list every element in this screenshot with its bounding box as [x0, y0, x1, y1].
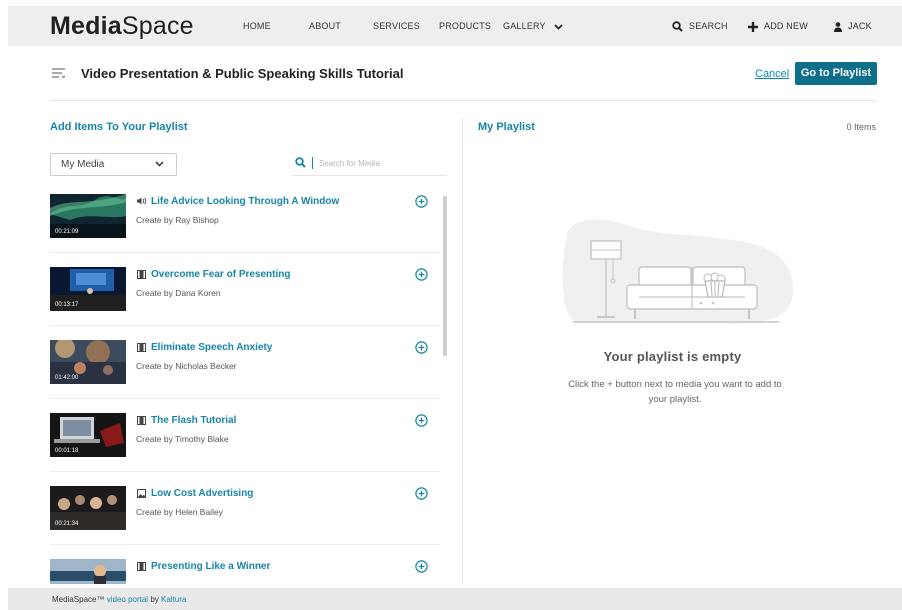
- media-creator: Create by Helen Bailey: [136, 507, 223, 517]
- search-icon[interactable]: [295, 157, 306, 168]
- add-circle-icon[interactable]: [415, 487, 428, 500]
- media-item: 00:21:34 Low Cost Advertising Create by …: [50, 472, 440, 545]
- media-thumbnail[interactable]: 01:42:00: [50, 340, 126, 384]
- add-items-heading: Add Items To Your Playlist: [50, 121, 188, 133]
- video-icon: [137, 270, 146, 279]
- media-list-scrollbar[interactable]: [443, 196, 447, 584]
- media-thumbnail[interactable]: [50, 559, 126, 584]
- media-creator: Create by Timothy Blake: [136, 434, 229, 444]
- nav-gallery-label: GALLERY: [503, 21, 546, 31]
- media-title[interactable]: Low Cost Advertising: [151, 488, 253, 499]
- footer-video-portal-link[interactable]: video portal: [107, 595, 148, 604]
- page-header: Video Presentation & Public Speaking Ski…: [8, 46, 902, 102]
- nav-about[interactable]: ABOUT: [309, 21, 341, 31]
- app-logo[interactable]: MediaSpace: [50, 12, 194, 41]
- media-thumbnail[interactable]: 00:01:18: [50, 413, 126, 457]
- nav-search-label: SEARCH: [689, 21, 728, 31]
- header-divider: [50, 100, 876, 101]
- media-title[interactable]: Life Advice Looking Through A Window: [151, 196, 339, 207]
- filter-list-icon[interactable]: [52, 68, 66, 79]
- search-icon: [672, 21, 683, 32]
- media-title[interactable]: Presenting Like a Winner: [151, 561, 270, 572]
- my-playlist-heading: My Playlist: [478, 121, 535, 133]
- top-navbar: MediaSpace HOME ABOUT SERVICES PRODUCTS …: [8, 6, 902, 46]
- video-icon: [137, 416, 146, 425]
- media-filter-select[interactable]: My Media: [50, 153, 177, 176]
- media-title[interactable]: The Flash Tutorial: [151, 415, 236, 426]
- empty-playlist-title: Your playlist is empty: [603, 349, 742, 364]
- media-title[interactable]: Overcome Fear of Presenting: [151, 269, 291, 280]
- add-circle-icon[interactable]: [415, 341, 428, 354]
- add-circle-icon[interactable]: [415, 560, 428, 573]
- footer: MediaSpace™ video portal by Kaltura: [8, 588, 902, 610]
- media-title[interactable]: Eliminate Speech Anxiety: [151, 342, 272, 353]
- footer-brand: MediaSpace™: [52, 595, 105, 604]
- media-duration: 00:21:09: [55, 229, 79, 235]
- nav-home[interactable]: HOME: [243, 21, 271, 31]
- nav-add-new-label: ADD NEW: [764, 21, 808, 31]
- nav-user[interactable]: JACK: [834, 21, 872, 32]
- media-item: 00:01:18 The Flash Tutorial Create by Ti…: [50, 399, 440, 472]
- empty-playlist-illustration: [562, 219, 794, 324]
- video-icon: [137, 562, 146, 571]
- user-icon: [834, 21, 842, 32]
- playlist-item-count: 0 Items: [846, 122, 876, 132]
- media-item: 00:13:17 Overcome Fear of Presenting Cre…: [50, 253, 440, 326]
- cancel-link[interactable]: Cancel: [755, 68, 789, 80]
- chevron-down-icon: [554, 23, 563, 30]
- empty-playlist-text: Click the + button next to media you wan…: [568, 379, 782, 405]
- media-creator: Create by Ray Bishop: [136, 215, 219, 225]
- media-duration: 00:13:17: [55, 302, 79, 308]
- thumbnail-image: [50, 559, 126, 584]
- search-divider: [312, 157, 313, 169]
- nav-user-label: JACK: [848, 21, 872, 31]
- add-circle-icon[interactable]: [415, 414, 428, 427]
- go-to-playlist-button[interactable]: Go to Playlist: [795, 62, 877, 85]
- chevron-down-icon: [155, 161, 164, 167]
- media-item: 00:21:09 Life Advice Looking Through A W…: [50, 180, 440, 253]
- nav-services[interactable]: SERVICES: [373, 21, 420, 31]
- add-circle-icon[interactable]: [415, 195, 428, 208]
- audio-icon: [137, 197, 147, 205]
- media-thumbnail[interactable]: 00:21:34: [50, 486, 126, 530]
- media-creator: Create by Dana Koren: [136, 288, 221, 298]
- media-creator: Create by Nicholas Becker: [136, 361, 237, 371]
- media-filter-value: My Media: [61, 159, 105, 170]
- media-item: Presenting Like a Winner: [50, 545, 440, 584]
- scrollbar-thumb[interactable]: [443, 196, 447, 356]
- nav-products[interactable]: PRODUCTS: [439, 21, 491, 31]
- media-thumbnail[interactable]: 00:13:17: [50, 267, 126, 311]
- media-duration: 01:42:00: [55, 375, 79, 381]
- media-thumbnail[interactable]: 00:21:09: [50, 194, 126, 238]
- media-list: 00:21:09 Life Advice Looking Through A W…: [50, 180, 440, 584]
- plus-icon: [748, 21, 758, 32]
- media-search: [292, 152, 447, 176]
- footer-kaltura-link[interactable]: Kaltura: [161, 595, 186, 604]
- image-icon: [137, 489, 146, 498]
- nav-gallery[interactable]: GALLERY: [503, 21, 563, 31]
- add-circle-icon[interactable]: [415, 268, 428, 281]
- media-duration: 00:01:18: [55, 448, 79, 454]
- footer-by: by: [150, 595, 159, 604]
- media-item: 01:42:00 Eliminate Speech Anxiety Create…: [50, 326, 440, 399]
- media-duration: 00:21:34: [55, 521, 79, 527]
- media-search-input[interactable]: [319, 156, 439, 170]
- footer-credit: MediaSpace™ video portal by Kaltura: [52, 595, 186, 604]
- page-title: Video Presentation & Public Speaking Ski…: [81, 66, 404, 81]
- column-divider: [462, 118, 463, 584]
- video-icon: [137, 343, 146, 352]
- nav-add-new[interactable]: ADD NEW: [748, 21, 808, 32]
- nav-search[interactable]: SEARCH: [672, 21, 728, 32]
